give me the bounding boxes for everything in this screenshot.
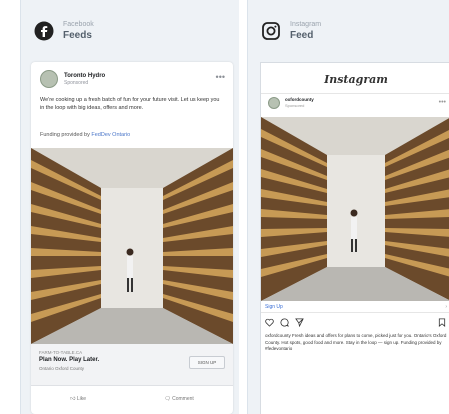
sponsored-label: Sponsored <box>285 103 305 108</box>
panel-placement-label: Feed <box>290 30 314 41</box>
comment-label: Comment <box>172 396 194 402</box>
facebook-ad-preview: Toronto Hydro Sponsored ••• We're cookin… <box>31 62 233 414</box>
instagram-ad-preview: Instagram oxfordcounty Sponsored ••• Sig… <box>260 62 449 414</box>
like-label: Like <box>76 396 86 402</box>
facebook-feeds-panel: Facebook Feeds Toronto Hydro Sponsored •… <box>20 0 239 414</box>
post-caption: oxfordcounty Fresh ideas and offers for … <box>265 333 447 351</box>
post-header: oxfordcounty Sponsored <box>268 97 314 109</box>
post-action-icons <box>265 318 304 327</box>
share-icon[interactable] <box>295 318 304 327</box>
panel-network-label: Instagram <box>290 21 322 28</box>
comment-icon[interactable] <box>280 318 289 327</box>
heart-icon[interactable] <box>265 318 274 327</box>
more-icon[interactable]: ••• <box>216 72 225 82</box>
sign-up-bar[interactable]: Sign Up › <box>261 301 449 313</box>
avatar <box>268 97 280 109</box>
bookmark-icon[interactable] <box>438 318 446 327</box>
instagram-wordmark: Instagram <box>324 73 388 86</box>
comment-button[interactable]: 🗨︎ Comment <box>164 396 193 402</box>
link-url: FARM-TO-TABLE.CA <box>39 350 83 355</box>
link-footer[interactable]: FARM-TO-TABLE.CA Plan Now. Play Later. O… <box>31 344 233 386</box>
facebook-panel-header: Facebook Feeds <box>33 20 94 42</box>
comment-icon: 🗨︎ <box>164 396 171 402</box>
page-name[interactable]: Toronto Hydro <box>64 72 105 80</box>
link-description: Ontario Oxford County <box>39 366 85 371</box>
like-button[interactable]: 👍︎ Like <box>70 396 86 402</box>
post-actions: 👍︎ Like 🗨︎ Comment <box>31 396 233 402</box>
chevron-right-icon: › <box>445 304 447 310</box>
sponsored-label: Sponsored <box>64 79 89 86</box>
funding-link[interactable]: FedDev Ontario <box>91 132 130 138</box>
more-icon[interactable]: ••• <box>439 99 446 106</box>
instagram-panel-header: Instagram Feed <box>260 20 321 42</box>
post-header: Toronto Hydro Sponsored <box>40 70 105 88</box>
funding-line: Funding provided by FedDev Ontario <box>40 132 130 138</box>
divider <box>261 93 449 94</box>
ad-image[interactable] <box>31 148 233 344</box>
instagram-feed-panel: Instagram Feed Instagram oxfordcounty Sp… <box>247 0 449 414</box>
link-headline: Plan Now. Play Later. <box>39 357 100 363</box>
funding-prefix: Funding provided by <box>40 132 90 138</box>
sign-up-button[interactable]: SIGN UP <box>189 356 225 369</box>
facebook-logo-icon <box>33 20 55 42</box>
sign-up-link[interactable]: Sign Up <box>265 304 283 310</box>
panel-placement-label: Feeds <box>63 30 92 41</box>
ad-image[interactable] <box>261 117 449 301</box>
instagram-logo-icon <box>260 20 282 42</box>
avatar <box>40 70 58 88</box>
panel-network-label: Facebook <box>63 21 94 28</box>
like-icon: 👍︎ <box>70 396 76 402</box>
post-text: We're cooking up a fresh batch of fun fo… <box>40 97 220 111</box>
